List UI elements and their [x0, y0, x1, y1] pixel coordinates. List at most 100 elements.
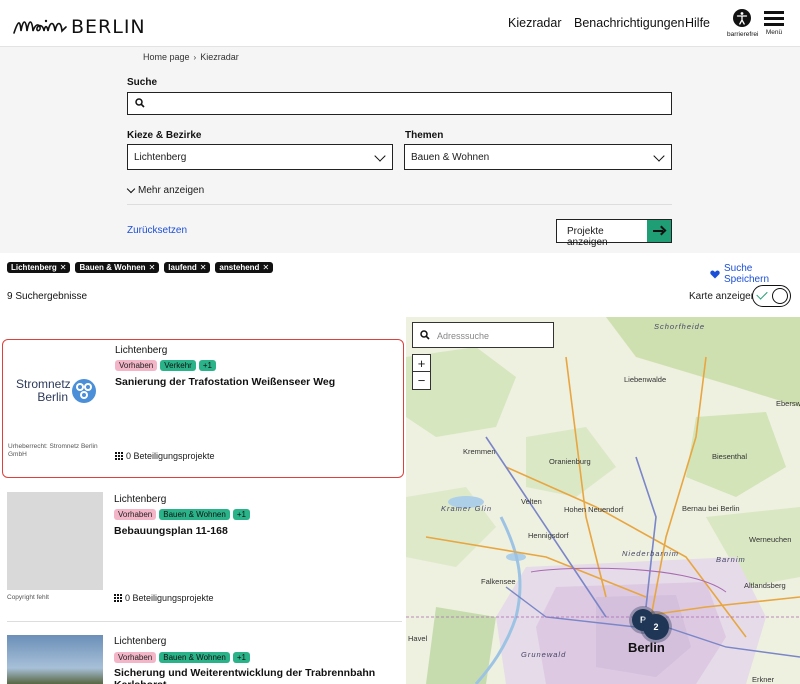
card-district: Lichtenberg — [115, 345, 168, 356]
chevron-down-icon — [653, 150, 665, 162]
map-label: Eberswalde — [776, 399, 800, 408]
map-label: Kramer Glin — [441, 504, 493, 513]
card-title[interactable]: Bebauungsplan 11-168 — [114, 525, 404, 537]
map-label: Falkensee — [481, 577, 516, 586]
breadcrumb-current: Kiezradar — [200, 52, 239, 62]
status-badge: Vorhaben — [114, 509, 157, 520]
grid-icon — [114, 594, 122, 602]
map-tiles — [406, 317, 800, 684]
divider — [127, 204, 672, 205]
close-icon[interactable]: ✕ — [200, 263, 207, 272]
arrow-right-icon — [647, 220, 671, 242]
nav-kiezradar[interactable]: Kiezradar — [508, 16, 562, 30]
filter-chip-district[interactable]: Lichtenberg ✕ — [7, 262, 71, 273]
heart-icon — [710, 269, 720, 278]
card-title[interactable]: Sanierung der Trafostation Weißenseer We… — [115, 376, 405, 388]
filter-chip-topic[interactable]: Bauen & Wohnen ✕ — [75, 262, 160, 273]
status-badge: Vorhaben — [114, 652, 157, 663]
map-label: Oranienburg — [549, 457, 591, 466]
search-panel: Home page › Kiezradar Suche Kieze & Bezi… — [0, 47, 800, 253]
map-label: Erkner — [752, 675, 775, 684]
map-label: Kremmen — [463, 447, 496, 456]
districts-select[interactable]: Lichtenberg — [127, 144, 393, 170]
show-projects-button[interactable]: Projekte anzeigen — [556, 219, 672, 248]
results-count: 9 Suchergebnisse — [7, 291, 88, 302]
grid-icon — [115, 452, 123, 460]
more-topics-badge: +1 — [198, 360, 216, 371]
search-input[interactable] — [127, 92, 672, 115]
close-icon[interactable]: ✕ — [262, 263, 269, 272]
result-card[interactable]: Copyright fehlt Lichtenberg Vorhaben Bau… — [2, 487, 404, 617]
card-image-placeholder — [7, 492, 103, 590]
map-label: Havel — [408, 634, 428, 643]
divider — [7, 621, 402, 622]
topic-badge: Bauen & Wohnen — [159, 652, 230, 663]
mein-berlin-logo[interactable]: BERLIN — [12, 11, 146, 39]
address-search-input[interactable]: Adresssuche — [412, 322, 554, 348]
result-card[interactable]: Stromnetz Berlin Urheberrecht: Stromnetz… — [2, 339, 404, 478]
save-search-button[interactable]: Suche Speichern — [710, 263, 800, 285]
card-copyright: Copyright fehlt — [7, 594, 49, 601]
zoom-out-button[interactable]: − — [413, 372, 430, 389]
districts-select-value: Lichtenberg — [134, 152, 187, 163]
card-title[interactable]: Sicherung und Weiterentwicklung der Trab… — [114, 667, 404, 684]
accessibility-icon — [733, 9, 751, 27]
reset-link[interactable]: Zurücksetzen — [127, 225, 187, 236]
close-icon[interactable]: ✕ — [60, 263, 67, 272]
map-label: Biesenthal — [712, 452, 748, 461]
chevron-down-icon — [374, 150, 386, 162]
map-label: Werneuchen — [749, 535, 792, 544]
more-filters-toggle[interactable]: Mehr anzeigen — [126, 184, 205, 196]
nav-benachrichtigungen[interactable]: Benachrichtigungen — [574, 16, 685, 30]
nav-hilfe[interactable]: Hilfe — [685, 16, 710, 30]
project-map[interactable]: Adresssuche + − Schorfheide Liebenwalde … — [406, 317, 800, 684]
card-district: Lichtenberg — [114, 636, 167, 647]
card-copyright: Urheberrecht: Stromnetz Berlin GmbH — [8, 443, 98, 458]
address-search-placeholder: Adresssuche — [437, 331, 490, 341]
filter-chip-status-upcoming[interactable]: anstehend ✕ — [215, 262, 274, 273]
logo-word: BERLIN — [71, 16, 146, 38]
search-label: Suche — [127, 77, 158, 88]
hamburger-icon — [764, 11, 784, 26]
topic-badge: Verkehr — [160, 360, 196, 371]
topics-select-value: Bauen & Wohnen — [411, 152, 490, 163]
menu-button[interactable]: Menü — [764, 11, 784, 36]
chevron-down-icon — [126, 184, 136, 194]
card-badges: Vorhaben Verkehr +1 — [115, 360, 216, 371]
card-image — [7, 635, 103, 684]
accessibility-label: barrierefrei — [727, 31, 759, 38]
result-card[interactable]: Lichtenberg Vorhaben Bauen & Wohnen +1 S… — [2, 630, 404, 684]
breadcrumb: Home page › Kiezradar — [143, 52, 239, 62]
map-cluster-marker[interactable]: 2 — [643, 614, 669, 640]
more-filters-label: Mehr anzeigen — [138, 185, 205, 196]
active-filter-chips: Lichtenberg ✕ Bauen & Wohnen ✕ laufend ✕ an… — [7, 262, 274, 273]
card-meta-text: 0 Beteiligungsprojekte — [125, 593, 214, 603]
map-toggle-label: Karte anzeigen — [689, 291, 757, 302]
filter-chip-status-running[interactable]: laufend ✕ — [164, 262, 211, 273]
topics-select[interactable]: Bauen & Wohnen — [404, 144, 672, 170]
topics-label: Themen — [405, 130, 444, 141]
show-projects-label: Projekte anzeigen — [567, 226, 608, 248]
map-toggle-switch[interactable] — [752, 285, 791, 307]
map-label: Hennigsdorf — [528, 531, 569, 540]
map-label: Altlandsberg — [744, 581, 786, 590]
save-search-label: Suche Speichern — [723, 263, 770, 285]
topic-badge: Bauen & Wohnen — [159, 509, 230, 520]
menu-label: Menü — [765, 29, 783, 36]
more-topics-badge: +1 — [232, 652, 250, 663]
zoom-in-button[interactable]: + — [413, 355, 430, 372]
mein-script-logo-icon — [13, 19, 67, 34]
map-label: Schorfheide — [654, 322, 706, 331]
search-icon — [135, 98, 145, 108]
site-header: BERLIN Kiezradar Benachrichtigungen Hilf… — [0, 0, 800, 47]
more-topics-badge: +1 — [232, 509, 250, 520]
toggle-knob — [772, 287, 788, 304]
check-icon — [756, 288, 768, 300]
map-label: Grunewald — [521, 650, 567, 659]
accessibility-button[interactable]: barrierefrei — [727, 9, 759, 38]
close-icon[interactable]: ✕ — [149, 263, 156, 272]
card-meta: 0 Beteiligungsprojekte — [115, 451, 215, 461]
breadcrumb-home[interactable]: Home page — [143, 52, 190, 62]
stromnetz-logo-text: Berlin — [37, 390, 68, 404]
card-meta: 0 Beteiligungsprojekte — [114, 593, 214, 603]
